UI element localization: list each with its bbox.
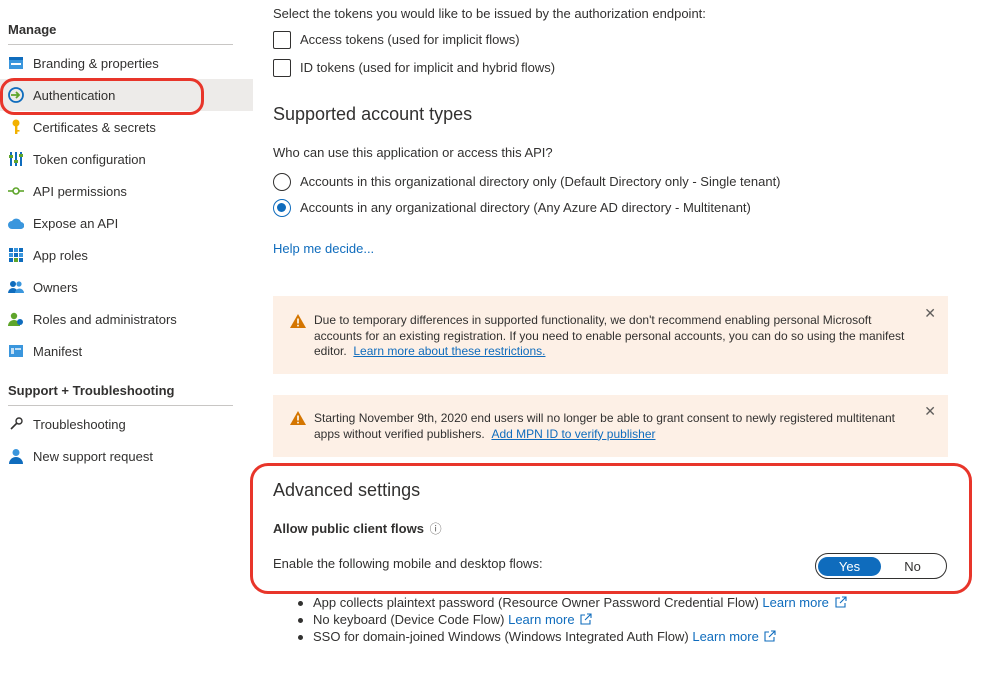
- warning-message: Starting November 9th, 2020 end users wi…: [314, 411, 914, 442]
- sidebar-item-roles-administrators[interactable]: Roles and administrators: [0, 303, 253, 335]
- single-tenant-radio[interactable]: [273, 173, 291, 191]
- flow-item-text: SSO for domain-joined Windows (Windows I…: [313, 629, 689, 644]
- sidebar-item-label: Token configuration: [33, 151, 146, 167]
- id-tokens-label: ID tokens (used for implicit and hybrid …: [300, 60, 556, 75]
- close-icon[interactable]: ✕: [924, 403, 936, 420]
- info-icon[interactable]: ⓘ: [430, 522, 442, 536]
- sidebar-item-troubleshooting[interactable]: Troubleshooting: [0, 408, 253, 440]
- single-tenant-label: Accounts in this organizational director…: [300, 174, 781, 189]
- sidebar-item-label: Roles and administrators: [33, 311, 177, 327]
- flow-item: App collects plaintext password (Resourc…: [313, 595, 847, 610]
- support-person-icon: [8, 448, 24, 464]
- warning-line-3: editor. Learn more about these restricti…: [314, 344, 914, 360]
- multi-tenant-label: Accounts in any organizational directory…: [300, 200, 751, 215]
- toggle-yes-option[interactable]: Yes: [818, 556, 881, 576]
- sidebar-item-manifest[interactable]: Manifest: [0, 335, 253, 367]
- sidebar-item-label: Authentication: [33, 87, 116, 103]
- personal-accounts-warning: Due to temporary differences in supporte…: [273, 296, 948, 374]
- flow-item: SSO for domain-joined Windows (Windows I…: [313, 629, 777, 644]
- publisher-warning: Starting November 9th, 2020 end users wi…: [273, 395, 948, 457]
- advanced-settings-heading: Advanced settings: [273, 480, 421, 500]
- mobile-desktop-flows-label: Enable the following mobile and desktop …: [273, 556, 543, 571]
- access-tokens-checkbox[interactable]: [273, 31, 291, 49]
- tokens-intro-text: Select the tokens you would like to be i…: [273, 6, 706, 21]
- warning-icon: [289, 410, 307, 426]
- sidebar-item-label: Owners: [33, 279, 78, 295]
- external-link-icon: [834, 596, 847, 608]
- support-section-title: Support + Troubleshooting: [8, 383, 175, 398]
- sidebar-item-label: Expose an API: [33, 215, 119, 231]
- account-types-question: Who can use this application or access t…: [273, 145, 553, 160]
- warning-line: Starting November 9th, 2020 end users wi…: [314, 411, 896, 425]
- bullet-marker: [298, 618, 303, 623]
- external-link-icon: [580, 613, 592, 625]
- owners-icon: [8, 279, 24, 295]
- sidebar-item-authentication[interactable]: Authentication: [0, 79, 253, 111]
- public-client-flows-toggle[interactable]: Yes No: [815, 553, 947, 579]
- wrench-icon: [8, 416, 24, 432]
- access-tokens-label: Access tokens (used for implicit flows): [300, 32, 520, 47]
- section-divider: [8, 405, 233, 406]
- bullet-marker: [298, 635, 303, 640]
- sidebar-item-owners[interactable]: Owners: [0, 271, 253, 303]
- sidebar-item-expose-api[interactable]: Expose an API: [0, 207, 253, 239]
- manifest-icon: [8, 343, 24, 359]
- flow-item-text: App collects plaintext password (Resourc…: [313, 595, 759, 610]
- app-roles-icon: [8, 247, 24, 263]
- help-me-decide-link[interactable]: Help me decide...: [273, 241, 374, 256]
- key-icon: [8, 119, 24, 135]
- warning-message: Due to temporary differences in supporte…: [314, 313, 914, 360]
- sidebar-item-label: App roles: [33, 247, 88, 263]
- sidebar-item-certificates[interactable]: Certificates & secrets: [0, 111, 253, 143]
- warning-line-prefix: editor.: [314, 344, 347, 358]
- learn-more-link[interactable]: Learn more: [762, 595, 828, 610]
- branding-icon: [8, 55, 24, 71]
- external-link-icon: [764, 630, 777, 642]
- warning-icon: [289, 313, 307, 329]
- sidebar-item-label: API permissions: [33, 183, 127, 199]
- flow-item-text: No keyboard (Device Code Flow): [313, 612, 505, 627]
- sidebar-nav: Manage Branding & properties Authenticat…: [0, 0, 253, 673]
- multi-tenant-radio[interactable]: [273, 199, 291, 217]
- warning-line: accounts for an existing registration. I…: [314, 328, 905, 343]
- roles-admins-icon: [8, 311, 24, 327]
- toggle-no-option[interactable]: No: [881, 557, 944, 576]
- flow-item: No keyboard (Device Code Flow) Learn mor…: [313, 612, 592, 627]
- warning-line-2: apps without verified publishers. Add MP…: [314, 427, 914, 443]
- close-icon[interactable]: ✕: [924, 305, 936, 322]
- manage-section-title: Manage: [8, 22, 57, 37]
- learn-more-link[interactable]: Learn more: [508, 612, 574, 627]
- add-mpn-id-link[interactable]: Add MPN ID to verify publisher: [491, 427, 655, 441]
- warning-line: Due to temporary differences in supporte…: [314, 313, 872, 327]
- sidebar-item-label: Troubleshooting: [33, 416, 126, 432]
- sidebar-item-label: Certificates & secrets: [33, 119, 156, 135]
- account-types-heading: Supported account types: [273, 104, 473, 124]
- sidebar-item-app-roles[interactable]: App roles: [0, 239, 253, 271]
- sidebar-item-label: Manifest: [33, 343, 83, 359]
- id-tokens-checkbox[interactable]: [273, 59, 291, 77]
- sidebar-item-new-support-request[interactable]: New support request: [0, 440, 253, 472]
- section-divider: [8, 44, 233, 45]
- learn-more-restrictions-link[interactable]: Learn more about these restrictions.: [353, 344, 545, 358]
- authentication-icon: [8, 87, 24, 103]
- warning-line-prefix: apps without verified publishers.: [314, 426, 485, 441]
- sidebar-item-label: Branding & properties: [33, 55, 159, 71]
- public-client-label-row: Allow public client flows ⓘ: [273, 520, 442, 537]
- token-config-icon: [8, 151, 24, 167]
- api-permissions-icon: [8, 183, 24, 199]
- sidebar-item-token-configuration[interactable]: Token configuration: [0, 143, 253, 175]
- sidebar-item-branding[interactable]: Branding & properties: [0, 47, 253, 79]
- bullet-marker: [298, 601, 303, 606]
- cloud-icon: [8, 215, 24, 231]
- sidebar-item-api-permissions[interactable]: API permissions: [0, 175, 253, 207]
- public-client-label: Allow public client flows: [273, 521, 424, 536]
- sidebar-item-label: New support request: [33, 448, 153, 464]
- learn-more-link[interactable]: Learn more: [692, 629, 758, 644]
